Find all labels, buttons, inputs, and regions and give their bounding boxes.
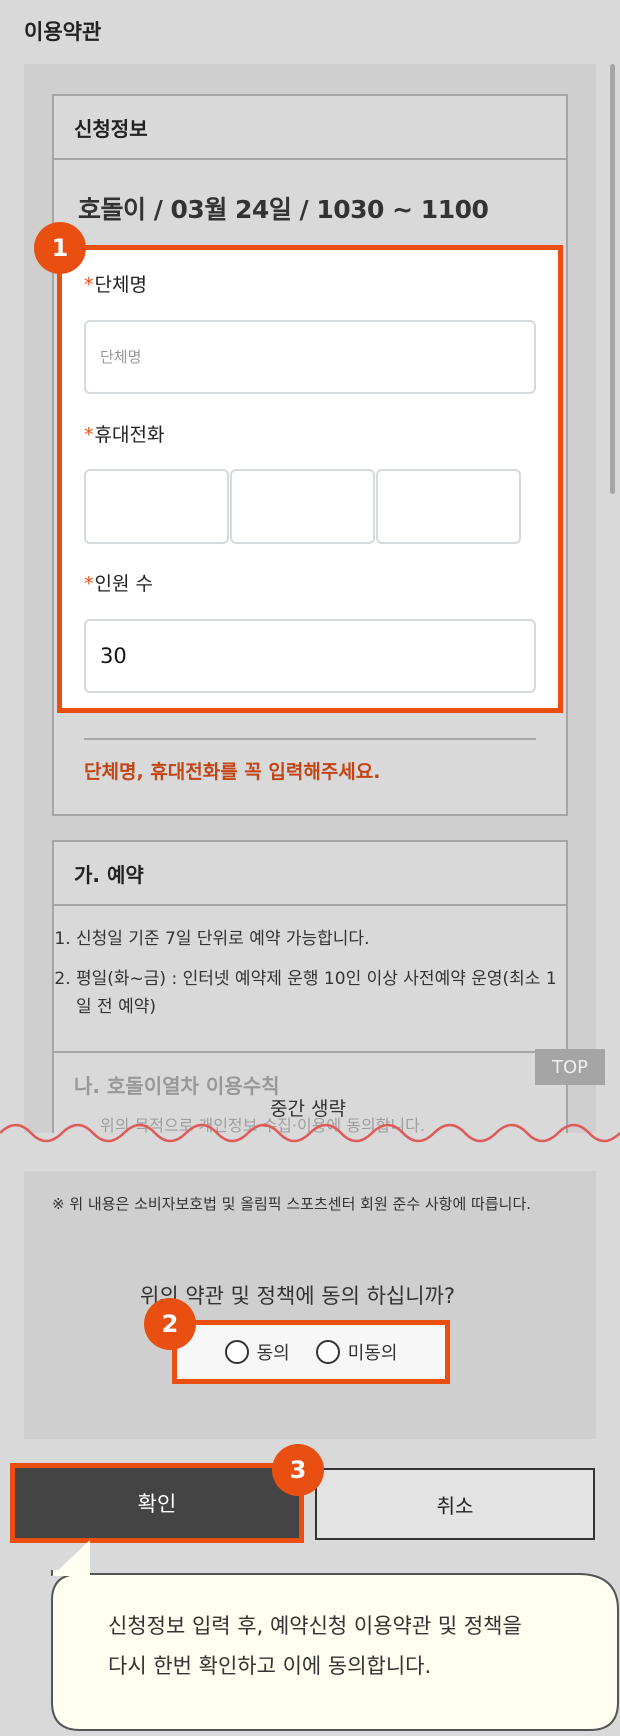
confirm-button[interactable]: 확인 bbox=[10, 1463, 304, 1543]
tooltip-pointer bbox=[52, 1540, 90, 1576]
tooltip-text: 신청정보 입력 후, 예약신청 이용약관 및 정책을 다시 한번 확인하고 이에… bbox=[108, 1614, 522, 1678]
phone-input-1[interactable] bbox=[86, 471, 227, 542]
phone-field-1[interactable] bbox=[84, 469, 229, 544]
radio-circle-icon[interactable] bbox=[315, 1340, 340, 1364]
phone-label: *휴대전화 bbox=[84, 424, 165, 446]
phone-field-2[interactable] bbox=[230, 469, 375, 544]
rules-title: 나. 호돌이열차 이용수칙 bbox=[74, 1074, 280, 1098]
required-notice: 단체명, 휴대전화를 꼭 입력해주세요. bbox=[84, 761, 381, 783]
group-name-field[interactable] bbox=[84, 320, 536, 394]
phone-field-3[interactable] bbox=[376, 469, 521, 544]
list-item: 평일(화~금) : 인터넷 예약제 운행 10인 이상 사전예약 운영(최소 1… bbox=[76, 965, 566, 1021]
disagree-label: 미동의 bbox=[347, 1343, 398, 1364]
reservation-terms-title: 가. 예약 bbox=[54, 842, 566, 906]
phone-input-3[interactable] bbox=[378, 471, 519, 542]
phone-input-2[interactable] bbox=[232, 471, 373, 542]
headcount-input[interactable] bbox=[86, 621, 534, 691]
callout-badge-3: 3 bbox=[272, 1444, 324, 1496]
agreement-options: 동의 미동의 bbox=[172, 1320, 450, 1384]
disclaimer: ※ 위 내용은 소비자보호법 및 올림픽 스포츠센터 회원 준수 사항에 따릅니… bbox=[52, 1195, 532, 1213]
scrollbar-thumb[interactable] bbox=[610, 64, 615, 494]
headcount-field[interactable] bbox=[84, 619, 536, 693]
group-name-input[interactable] bbox=[86, 322, 534, 392]
callout-badge-1: 1 bbox=[34, 222, 86, 274]
selected-schedule: 호돌이 / 03월 24일 / 1030 ~ 1100 bbox=[78, 195, 489, 224]
scroll-top-button[interactable]: TOP bbox=[535, 1049, 605, 1085]
reservation-terms-list: 신청일 기준 7일 단위로 예약 가능합니다. 평일(화~금) : 인터넷 예약… bbox=[52, 925, 566, 1021]
divider bbox=[84, 738, 536, 740]
omission-wave bbox=[0, 1123, 620, 1171]
divider bbox=[54, 1051, 566, 1053]
list-item: 신청일 기준 7일 단위로 예약 가능합니다. bbox=[76, 925, 566, 953]
headcount-label: *인원 수 bbox=[84, 573, 153, 595]
application-info-title: 신청정보 bbox=[54, 96, 566, 160]
callout-badge-2: 2 bbox=[144, 1298, 196, 1350]
disagree-radio[interactable]: 미동의 bbox=[315, 1339, 398, 1365]
cancel-button[interactable]: 취소 bbox=[315, 1468, 595, 1540]
agree-radio[interactable]: 동의 bbox=[224, 1339, 290, 1365]
confirm-label: 확인 bbox=[137, 1492, 177, 1516]
page-title: 이용약관 bbox=[24, 20, 102, 44]
group-name-label: *단체명 bbox=[84, 274, 147, 296]
radio-circle-icon[interactable] bbox=[224, 1340, 249, 1364]
agree-label: 동의 bbox=[256, 1343, 290, 1364]
